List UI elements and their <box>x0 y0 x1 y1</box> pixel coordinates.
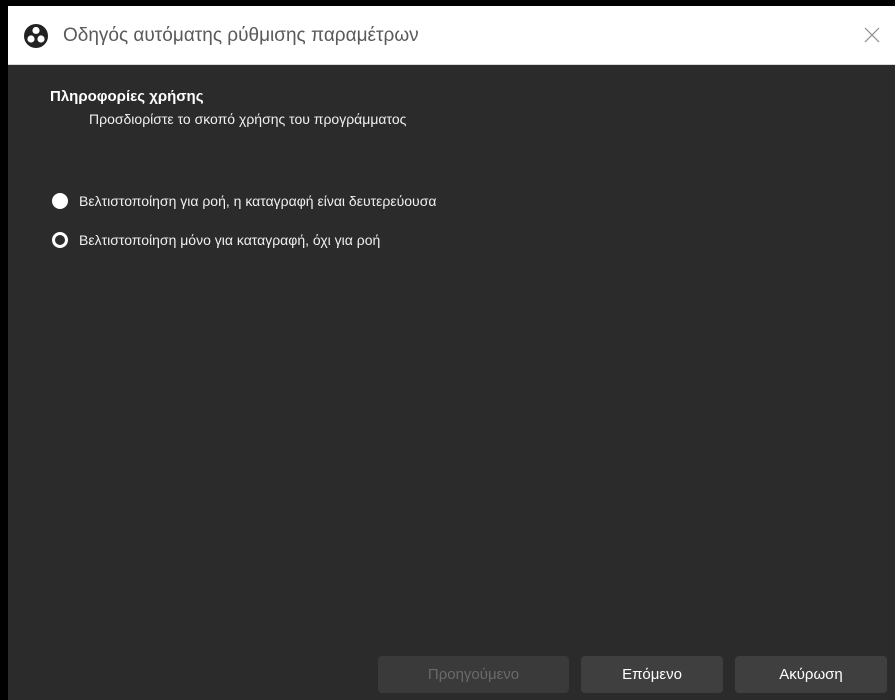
close-icon <box>864 27 880 43</box>
previous-button[interactable]: Προηγούμενο <box>378 656 569 693</box>
setup-wizard-window: Οδηγός αυτόματης ρύθμισης παραμέτρων Πλη… <box>8 6 895 700</box>
title-bar: Οδηγός αυτόματης ρύθμισης παραμέτρων <box>8 6 895 65</box>
option-streaming[interactable]: Βελτιστοποίηση για ροή, η καταγραφή είνα… <box>52 193 436 209</box>
page-subtitle: Προσδιορίστε το σκοπό χρήσης του προγράμ… <box>89 111 407 127</box>
cancel-button[interactable]: Ακύρωση <box>735 656 887 693</box>
next-button[interactable]: Επόμενο <box>581 656 723 693</box>
wizard-page: Πληροφορίες χρήσης Προσδιορίστε το σκοπό… <box>8 65 895 700</box>
option-label: Βελτιστοποίηση για ροή, η καταγραφή είνα… <box>79 193 437 209</box>
option-recording[interactable]: Βελτιστοποίηση μόνο για καταγραφή, όχι γ… <box>52 232 380 248</box>
button-bar: Προηγούμενο Επόμενο Ακύρωση <box>8 646 895 700</box>
window-title: Οδηγός αυτόματης ρύθμισης παραμέτρων <box>63 25 419 46</box>
page-title: Πληροφορίες χρήσης <box>50 88 204 105</box>
option-label: Βελτιστοποίηση μόνο για καταγραφή, όχι γ… <box>79 232 381 248</box>
close-button[interactable] <box>849 6 895 64</box>
radio-checked-icon[interactable] <box>52 193 68 209</box>
obs-logo-icon <box>24 24 48 48</box>
radio-unchecked-icon[interactable] <box>52 232 68 248</box>
